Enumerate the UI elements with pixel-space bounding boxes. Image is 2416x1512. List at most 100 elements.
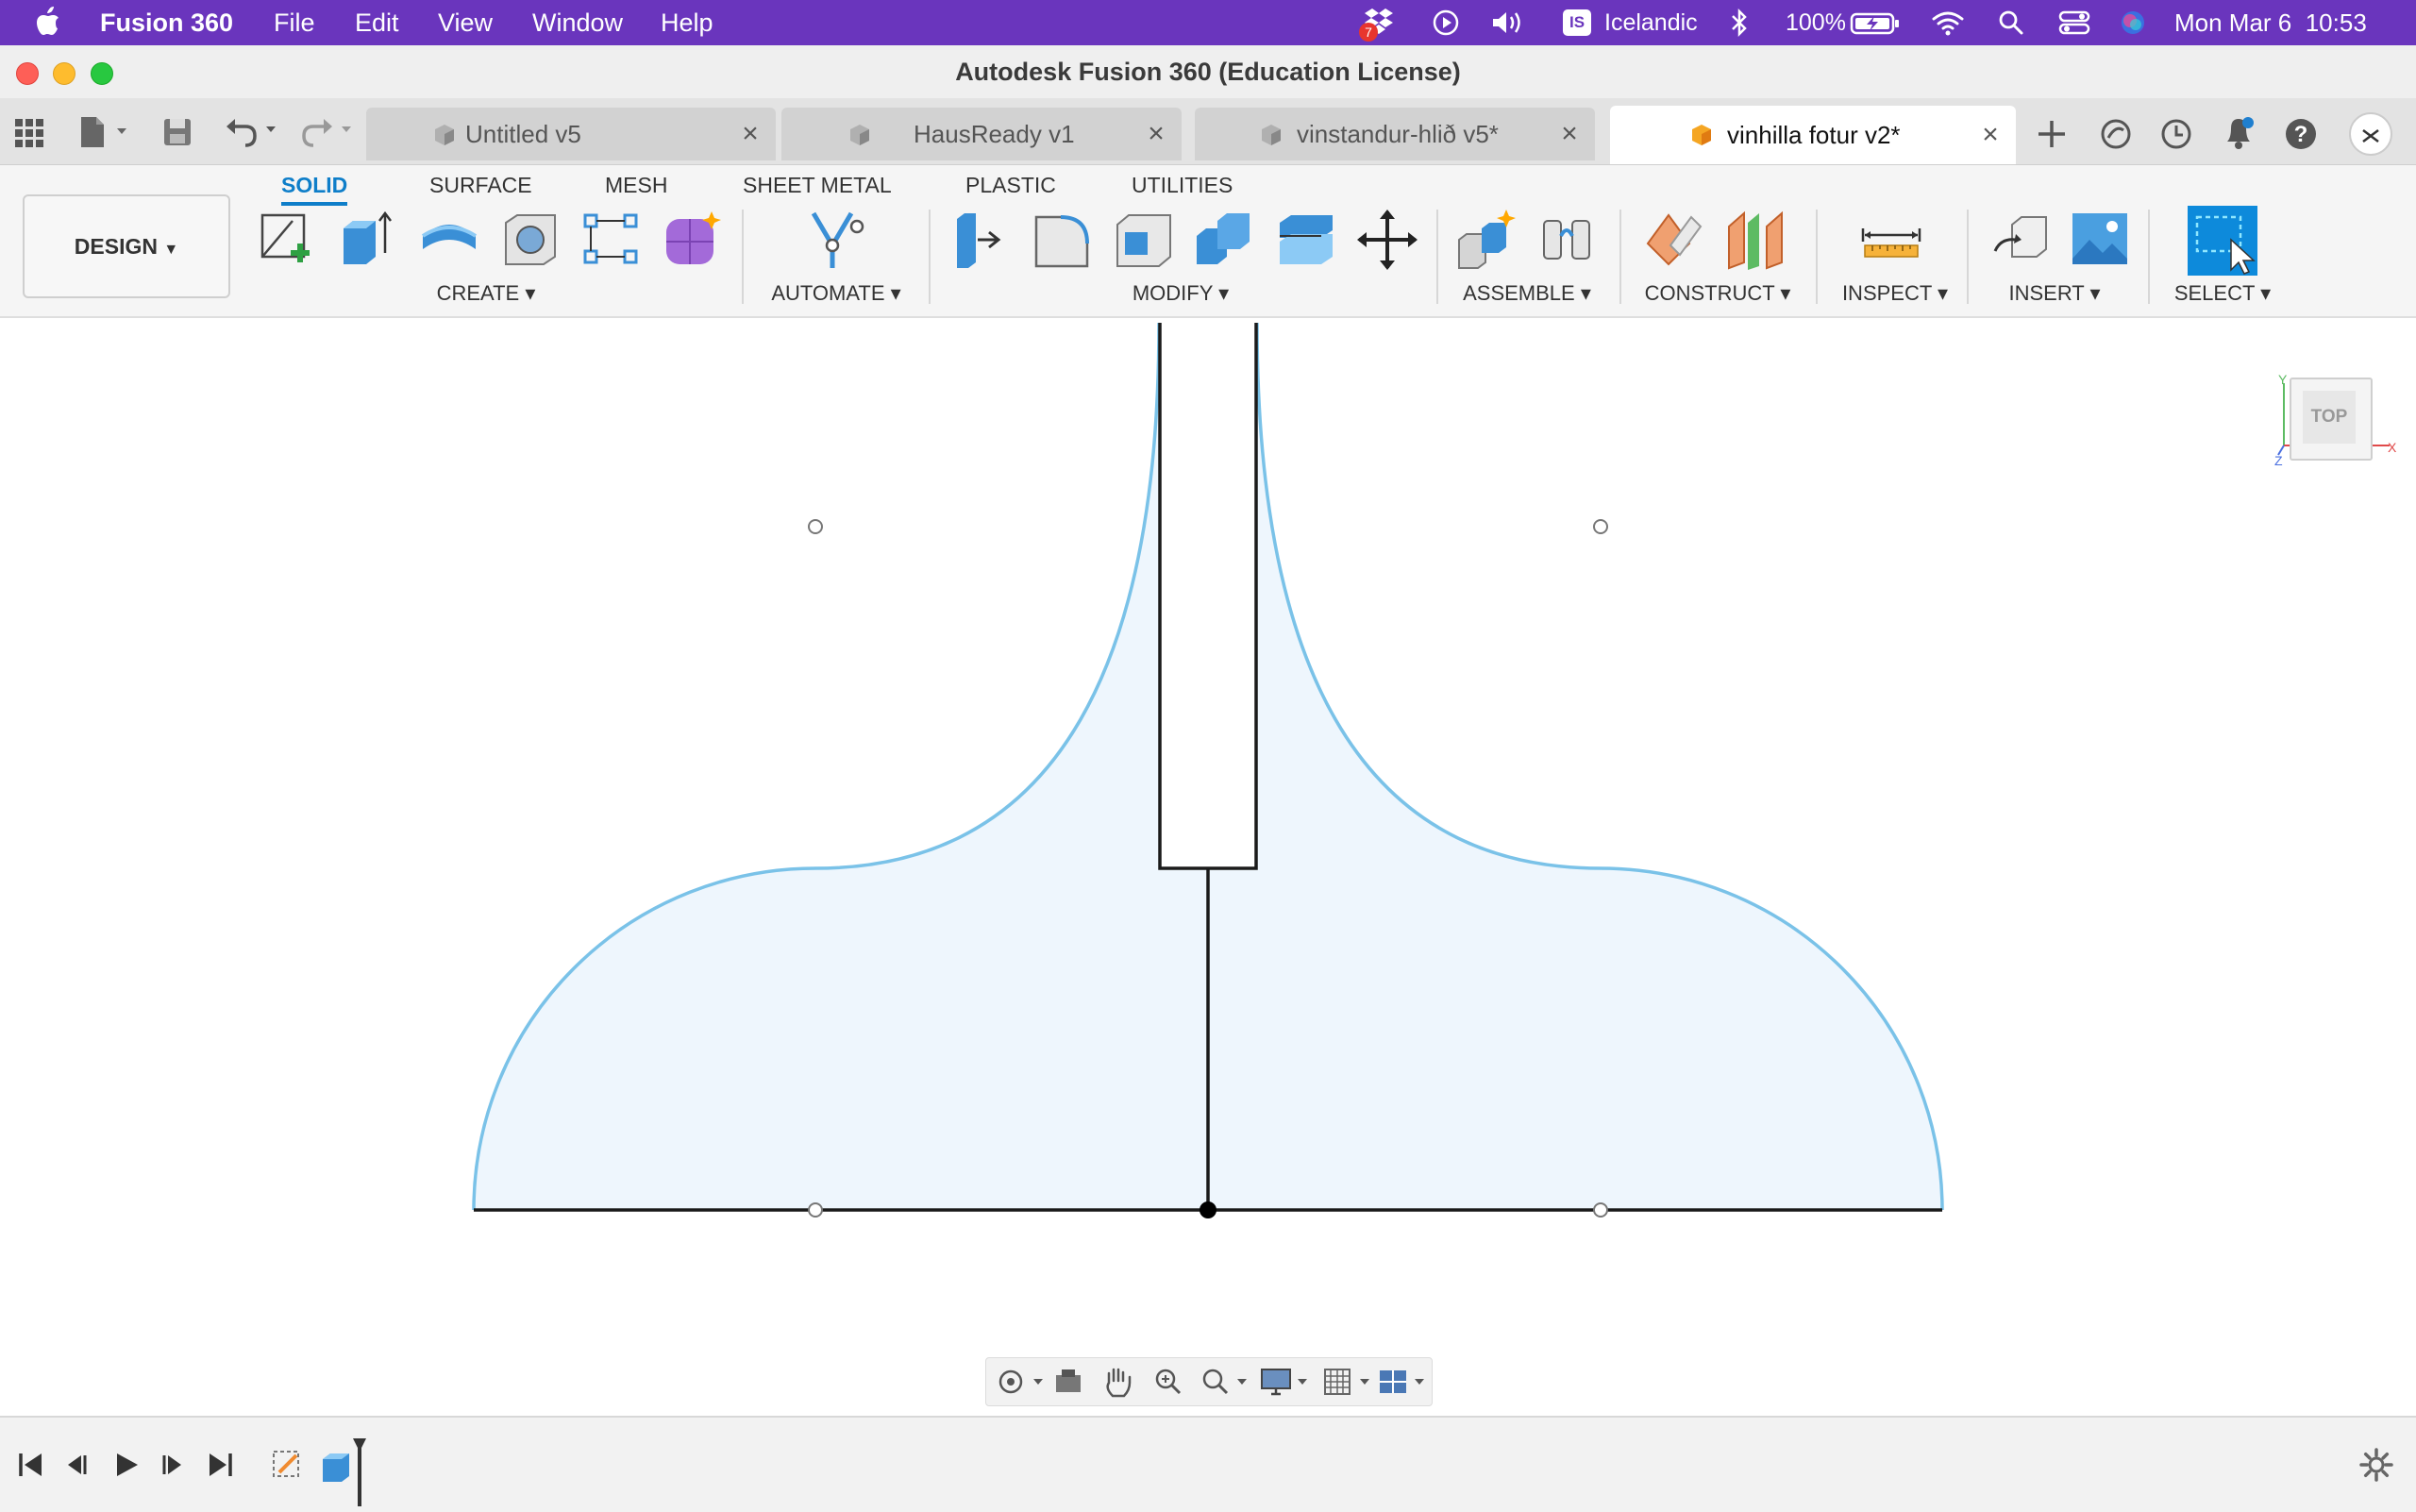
edit-menu[interactable]: Edit [355, 0, 399, 45]
siri-icon[interactable] [2118, 8, 2148, 38]
hole-icon[interactable] [498, 208, 562, 272]
insert-group-menu[interactable]: INSERT ▾ [1995, 279, 2114, 308]
document-tab-active[interactable]: vinhilla fotur v2* × [1610, 106, 2016, 164]
sketch-drawing[interactable] [0, 319, 2416, 1416]
user-account-icon[interactable] [2348, 111, 2393, 157]
extrude-icon[interactable] [336, 208, 400, 272]
arc-center-point[interactable] [1593, 519, 1608, 534]
go-to-start-icon[interactable] [15, 1450, 45, 1480]
joint-icon[interactable] [1536, 208, 1601, 272]
look-at-icon[interactable] [1052, 1366, 1084, 1398]
ribbon-tab-solid[interactable]: SOLID [281, 168, 348, 206]
control-center-icon[interactable] [2057, 8, 2091, 38]
timeline-sketch-feature-icon[interactable] [270, 1446, 308, 1484]
wifi-icon[interactable] [1931, 8, 1965, 38]
assemble-group-menu[interactable]: ASSEMBLE ▾ [1457, 279, 1597, 308]
play-circle-icon[interactable] [1431, 8, 1461, 38]
select-tool-icon[interactable] [2186, 204, 2259, 277]
revolve-icon[interactable] [417, 208, 481, 272]
close-tab-icon[interactable]: × [1555, 120, 1584, 148]
battery-icon[interactable] [1850, 8, 1903, 38]
modify-group-menu[interactable]: MODIFY ▾ [1100, 279, 1261, 308]
combine-icon[interactable] [1193, 208, 1257, 272]
insert-canvas-icon[interactable] [2069, 208, 2133, 272]
close-tab-icon[interactable]: × [1976, 121, 2005, 149]
app-grid-icon[interactable] [13, 117, 45, 149]
new-tab-icon[interactable] [2035, 117, 2069, 151]
timeline-settings-gear-icon[interactable] [2359, 1448, 2393, 1482]
sketch-profile-left[interactable] [474, 323, 1208, 1210]
new-component-icon[interactable] [1455, 208, 1519, 272]
file-menu-icon[interactable] [76, 113, 130, 151]
ribbon-tab-plastic[interactable]: PLASTIC [965, 168, 1056, 202]
viewports-icon[interactable] [1377, 1366, 1430, 1398]
automate-icon[interactable] [804, 208, 868, 272]
create-group-menu[interactable]: CREATE ▾ [415, 279, 557, 308]
inspect-group-menu[interactable]: INSPECT ▾ [1840, 279, 1950, 308]
move-copy-icon[interactable] [1355, 208, 1419, 272]
view-menu[interactable]: View [438, 0, 493, 45]
notifications-bell-icon[interactable] [2220, 113, 2257, 153]
go-to-end-icon[interactable] [206, 1450, 236, 1480]
midplane-icon[interactable] [1723, 208, 1787, 272]
ribbon-tab-sheet-metal[interactable]: SHEET METAL [743, 168, 892, 202]
step-back-icon[interactable] [62, 1450, 92, 1480]
grid-settings-icon[interactable] [1322, 1366, 1375, 1398]
construct-group-menu[interactable]: CONSTRUCT ▾ [1642, 279, 1793, 308]
sketch-profile-right[interactable] [1208, 323, 1942, 1210]
redo-icon[interactable] [298, 113, 357, 151]
close-tab-icon[interactable]: × [736, 120, 764, 148]
help-icon[interactable]: ? [2282, 115, 2320, 153]
workspace-switcher-button[interactable]: DESIGN ▼ [23, 194, 230, 298]
bluetooth-icon[interactable] [1727, 8, 1752, 38]
offset-plane-icon[interactable] [1642, 208, 1706, 272]
viewcube-top-face[interactable]: TOP [2290, 378, 2373, 461]
pan-hand-icon[interactable] [1101, 1364, 1133, 1400]
extensions-icon[interactable] [2097, 115, 2135, 153]
help-menu[interactable]: Help [661, 0, 713, 45]
file-menu[interactable]: File [274, 0, 315, 45]
input-source-badge[interactable]: IS [1563, 9, 1591, 36]
arc-center-point[interactable] [808, 519, 823, 534]
volume-icon[interactable] [1489, 8, 1527, 38]
insert-derive-icon[interactable] [1989, 208, 2054, 272]
ribbon-tab-utilities[interactable]: UTILITIES [1132, 168, 1233, 202]
create-form-icon[interactable] [661, 208, 725, 272]
window-menu[interactable]: Window [532, 0, 623, 45]
ribbon-tab-mesh[interactable]: MESH [605, 168, 667, 202]
automate-group-menu[interactable]: AUTOMATE ▾ [755, 279, 917, 308]
arc-center-point[interactable] [1593, 1202, 1608, 1218]
offset-face-icon[interactable] [1274, 208, 1338, 272]
pattern-icon[interactable] [579, 208, 644, 272]
step-forward-icon[interactable] [157, 1450, 187, 1480]
zoom-icon[interactable] [1152, 1366, 1184, 1398]
undo-icon[interactable] [223, 113, 281, 151]
design-canvas[interactable]: Y X Z TOP [0, 319, 2416, 1416]
apple-icon[interactable] [36, 6, 64, 38]
input-source-label[interactable]: Icelandic [1604, 0, 1698, 45]
timeline-extrude-feature-icon[interactable] [317, 1446, 355, 1484]
play-icon[interactable] [111, 1450, 142, 1480]
document-tab[interactable]: HausReady v1 × [781, 108, 1182, 160]
select-group-menu[interactable]: SELECT ▾ [2171, 279, 2274, 308]
display-settings-icon[interactable] [1260, 1366, 1313, 1398]
create-sketch-icon[interactable] [255, 208, 319, 272]
close-tab-icon[interactable]: × [1142, 120, 1170, 148]
zoom-window-icon[interactable] [1200, 1366, 1252, 1398]
measure-icon[interactable] [1859, 208, 1923, 272]
fillet-icon[interactable] [1031, 208, 1095, 272]
press-pull-icon[interactable] [949, 208, 1014, 272]
arc-center-point[interactable] [808, 1202, 823, 1218]
app-name-menu[interactable]: Fusion 360 [100, 0, 233, 45]
job-status-clock-icon[interactable] [2157, 115, 2195, 153]
clock[interactable]: Mon Mar 6 10:53 [2174, 0, 2367, 45]
timeline-marker[interactable] [353, 1438, 366, 1506]
document-tab[interactable]: Untitled v5 × [366, 108, 776, 160]
ribbon-tab-surface[interactable]: SURFACE [429, 168, 532, 202]
origin-point[interactable] [1200, 1201, 1216, 1218]
spotlight-search-icon[interactable] [1997, 8, 2025, 38]
orbit-icon[interactable] [996, 1366, 1049, 1398]
document-tab[interactable]: vinstandur-hlið v5* × [1195, 108, 1595, 160]
viewcube[interactable]: Y X Z TOP [2274, 372, 2397, 487]
save-icon[interactable] [160, 115, 194, 149]
